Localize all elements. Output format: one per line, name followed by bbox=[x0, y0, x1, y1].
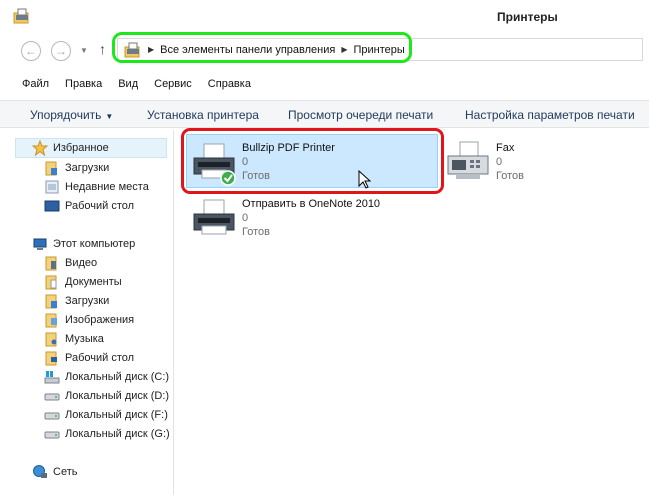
downloads-folder-icon bbox=[45, 161, 57, 176]
view-print-queue-button[interactable]: Просмотр очереди печати bbox=[288, 108, 433, 122]
nav-drive-f-label: Локальный диск (F:) bbox=[65, 409, 168, 421]
title-bar: Принтеры bbox=[0, 0, 649, 32]
nav-favorites-label: Избранное bbox=[53, 142, 109, 154]
printers-folder-icon bbox=[13, 8, 29, 24]
system-drive-icon bbox=[44, 371, 60, 384]
nav-downloads-pc-label: Загрузки bbox=[65, 295, 110, 307]
nav-recent-places-label: Недавние места bbox=[65, 181, 149, 193]
star-icon bbox=[32, 140, 48, 156]
arrow-right-icon: → bbox=[55, 44, 67, 58]
nav-drive-g-label: Локальный диск (G:) bbox=[65, 428, 170, 440]
nav-downloads-label: Загрузки bbox=[65, 162, 110, 174]
mouse-cursor-icon bbox=[358, 170, 372, 189]
printer-job-count: 0 bbox=[242, 156, 249, 168]
hard-drive-icon bbox=[44, 412, 60, 420]
nav-desktop-fav[interactable]: Рабочий стол bbox=[44, 198, 134, 214]
computer-icon bbox=[33, 238, 47, 250]
nav-documents-label: Документы bbox=[65, 276, 122, 288]
hard-drive-icon bbox=[44, 393, 60, 401]
breadcrumb-control-panel[interactable]: Все элементы панели управления bbox=[160, 44, 335, 56]
breadcrumb-printers[interactable]: Принтеры bbox=[354, 44, 405, 56]
arrow-left-icon: ← bbox=[25, 44, 37, 58]
command-bar: Упорядочить ▼ Установка принтера Просмотр… bbox=[0, 100, 649, 128]
menu-file[interactable]: Файл bbox=[22, 78, 49, 90]
nav-documents[interactable]: Документы bbox=[44, 274, 122, 290]
nav-music[interactable]: Музыка bbox=[44, 331, 104, 347]
breadcrumb-separator-icon: ▶ bbox=[341, 45, 348, 54]
documents-folder-icon bbox=[45, 275, 57, 290]
hard-drive-icon bbox=[44, 431, 60, 439]
printer-name: Fax bbox=[496, 142, 515, 154]
printer-fax[interactable]: Fax 0 Готов bbox=[444, 136, 644, 186]
nav-drive-g[interactable]: Локальный диск (G:) bbox=[44, 426, 170, 442]
printer-job-count: 0 bbox=[496, 156, 503, 168]
address-bar[interactable]: ▶ Все элементы панели управления ▶ Принт… bbox=[117, 38, 643, 61]
address-row: ← → ▼ ↑ ▶ Все элементы панели управления… bbox=[0, 32, 649, 68]
print-settings-button[interactable]: Настройка параметров печати bbox=[465, 108, 635, 122]
menu-tools[interactable]: Сервис bbox=[154, 78, 192, 90]
menu-edit[interactable]: Правка bbox=[65, 78, 102, 90]
recent-locations-dropdown[interactable]: ▼ bbox=[80, 46, 88, 55]
nav-drive-d-label: Локальный диск (D:) bbox=[65, 390, 170, 402]
nav-videos[interactable]: Видео bbox=[44, 255, 97, 271]
pictures-folder-icon bbox=[45, 313, 57, 328]
printer-name: Bullzip PDF Printer bbox=[242, 142, 335, 154]
recent-places-icon bbox=[45, 180, 59, 194]
navigation-pane: Избранное Загрузки Недавние места Рабочи… bbox=[0, 130, 174, 495]
desktop-icon bbox=[44, 200, 60, 212]
nav-drive-d[interactable]: Локальный диск (D:) bbox=[44, 388, 169, 404]
add-printer-button[interactable]: Установка принтера bbox=[147, 108, 259, 122]
fax-icon bbox=[447, 141, 489, 179]
up-button[interactable]: ↑ bbox=[99, 41, 106, 57]
nav-desktop-pc[interactable]: Рабочий стол bbox=[44, 350, 134, 366]
organize-label: Упорядочить bbox=[30, 108, 102, 122]
printer-job-count: 0 bbox=[242, 212, 249, 224]
nav-drive-f[interactable]: Локальный диск (F:) bbox=[44, 407, 168, 423]
window-title: Принтеры bbox=[497, 10, 558, 24]
menu-view[interactable]: Вид bbox=[118, 78, 138, 90]
nav-desktop-fav-label: Рабочий стол bbox=[65, 200, 135, 212]
nav-recent-places[interactable]: Недавние места bbox=[44, 179, 149, 195]
nav-videos-label: Видео bbox=[65, 257, 98, 269]
nav-pictures[interactable]: Изображения bbox=[44, 312, 134, 328]
menu-help[interactable]: Справка bbox=[208, 78, 251, 90]
nav-drive-c-label: Локальный диск (C:) bbox=[65, 371, 170, 383]
nav-this-pc-label: Этот компьютер bbox=[53, 238, 136, 250]
music-folder-icon bbox=[45, 332, 57, 347]
printer-status: Готов bbox=[242, 226, 270, 238]
control-panel-icon bbox=[124, 42, 140, 57]
desktop-folder-icon bbox=[45, 351, 57, 366]
menu-bar: Файл Правка Вид Сервис Справка bbox=[0, 72, 649, 96]
printer-icon bbox=[193, 143, 236, 186]
printer-status: Готов bbox=[496, 170, 524, 182]
chevron-down-icon: ▼ bbox=[105, 112, 114, 121]
printer-name: Отправить в OneNote 2010 bbox=[242, 198, 381, 210]
nav-network-label: Сеть bbox=[53, 466, 78, 478]
nav-downloads-pc[interactable]: Загрузки bbox=[44, 293, 109, 309]
nav-music-label: Музыка bbox=[65, 333, 104, 345]
videos-folder-icon bbox=[45, 256, 57, 271]
nav-pictures-label: Изображения bbox=[65, 314, 135, 326]
nav-downloads[interactable]: Загрузки bbox=[44, 160, 109, 176]
nav-drive-c[interactable]: Локальный диск (C:) bbox=[44, 369, 169, 385]
printer-icon bbox=[193, 199, 235, 235]
network-icon bbox=[33, 465, 47, 478]
breadcrumb-separator-icon: ▶ bbox=[148, 45, 155, 54]
printer-status: Готов bbox=[242, 170, 270, 182]
back-button[interactable]: ← bbox=[21, 41, 41, 61]
downloads-folder-icon bbox=[45, 294, 57, 309]
nav-desktop-pc-label: Рабочий стол bbox=[65, 352, 135, 364]
nav-this-pc[interactable]: Этот компьютер bbox=[32, 236, 135, 252]
nav-favorites[interactable]: Избранное bbox=[32, 140, 109, 156]
organize-button[interactable]: Упорядочить ▼ bbox=[30, 108, 113, 122]
nav-network[interactable]: Сеть bbox=[32, 464, 77, 480]
printer-bullzip[interactable]: Bullzip PDF Printer 0 Готов bbox=[188, 136, 436, 186]
breadcrumb: ▶ Все элементы панели управления ▶ Принт… bbox=[118, 39, 405, 60]
printer-onenote[interactable]: Отправить в OneNote 2010 0 Готов bbox=[188, 192, 436, 242]
forward-button[interactable]: → bbox=[51, 41, 71, 61]
